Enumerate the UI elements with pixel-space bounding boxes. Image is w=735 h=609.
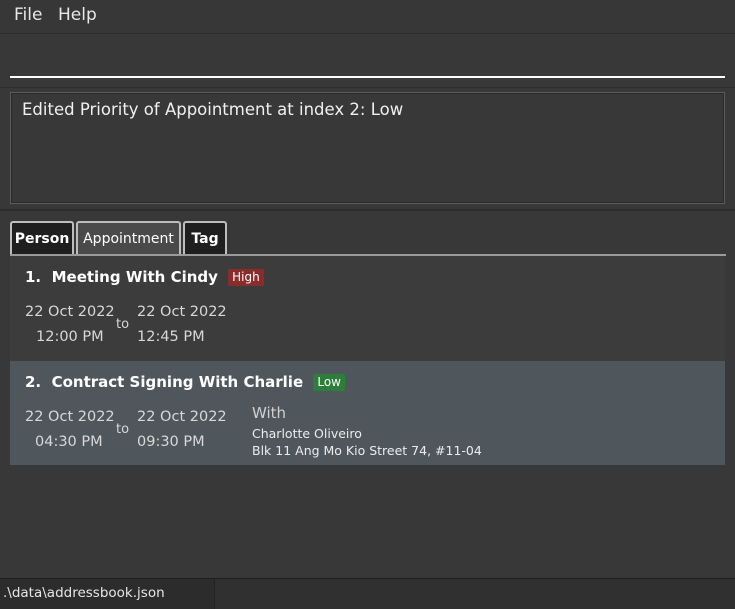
menu-bar: File Help — [0, 0, 735, 34]
status-bar: .\data\addressbook.json — [0, 578, 735, 609]
appointment-index: 2. — [25, 373, 42, 391]
list-item[interactable]: 1. Meeting With Cindy High 22 Oct 2022 1… — [10, 256, 725, 361]
with-person-address: Blk 11 Ang Mo Kio Street 74, #11-04 — [252, 443, 482, 458]
save-location: .\data\addressbook.json — [3, 585, 165, 601]
menu-help[interactable]: Help — [58, 5, 97, 25]
priority-badge: High — [228, 269, 264, 286]
priority-badge: Low — [313, 374, 345, 391]
end-time: 09:30 PM — [137, 434, 205, 450]
appointment-list[interactable]: 1. Meeting With Cindy High 22 Oct 2022 1… — [10, 256, 725, 576]
divider — [0, 87, 735, 88]
start-date: 22 Oct 2022 — [25, 409, 115, 425]
appointment-index: 1. — [25, 268, 42, 286]
start-time: 04:30 PM — [35, 434, 103, 450]
end-date: 22 Oct 2022 — [137, 304, 227, 320]
menu-file[interactable]: File — [14, 5, 42, 25]
divider — [0, 209, 735, 211]
result-message: Edited Priority of Appointment at index … — [22, 100, 404, 119]
with-label: With — [252, 404, 287, 422]
result-display: Edited Priority of Appointment at index … — [10, 92, 725, 204]
with-person-name: Charlotte Oliveiro — [252, 426, 362, 441]
appointment-title: 2. Contract Signing With Charlie Low — [25, 373, 345, 391]
appointment-name: Contract Signing With Charlie — [51, 373, 304, 391]
end-date: 22 Oct 2022 — [137, 409, 227, 425]
end-time: 12:45 PM — [137, 329, 205, 345]
command-input[interactable] — [10, 44, 725, 78]
appointment-title: 1. Meeting With Cindy High — [25, 268, 264, 286]
start-date: 22 Oct 2022 — [25, 304, 115, 320]
list-item[interactable]: 2. Contract Signing With Charlie Low 22 … — [10, 361, 725, 465]
tab-appointment[interactable]: Appointment — [76, 221, 181, 254]
tab-tag[interactable]: Tag — [183, 221, 227, 254]
appointment-name: Meeting With Cindy — [51, 268, 218, 286]
tab-person[interactable]: Person — [10, 221, 74, 254]
to-label: to — [116, 422, 130, 437]
status-bar-right-section — [214, 579, 735, 609]
to-label: to — [116, 317, 130, 332]
start-time: 12:00 PM — [36, 329, 104, 345]
